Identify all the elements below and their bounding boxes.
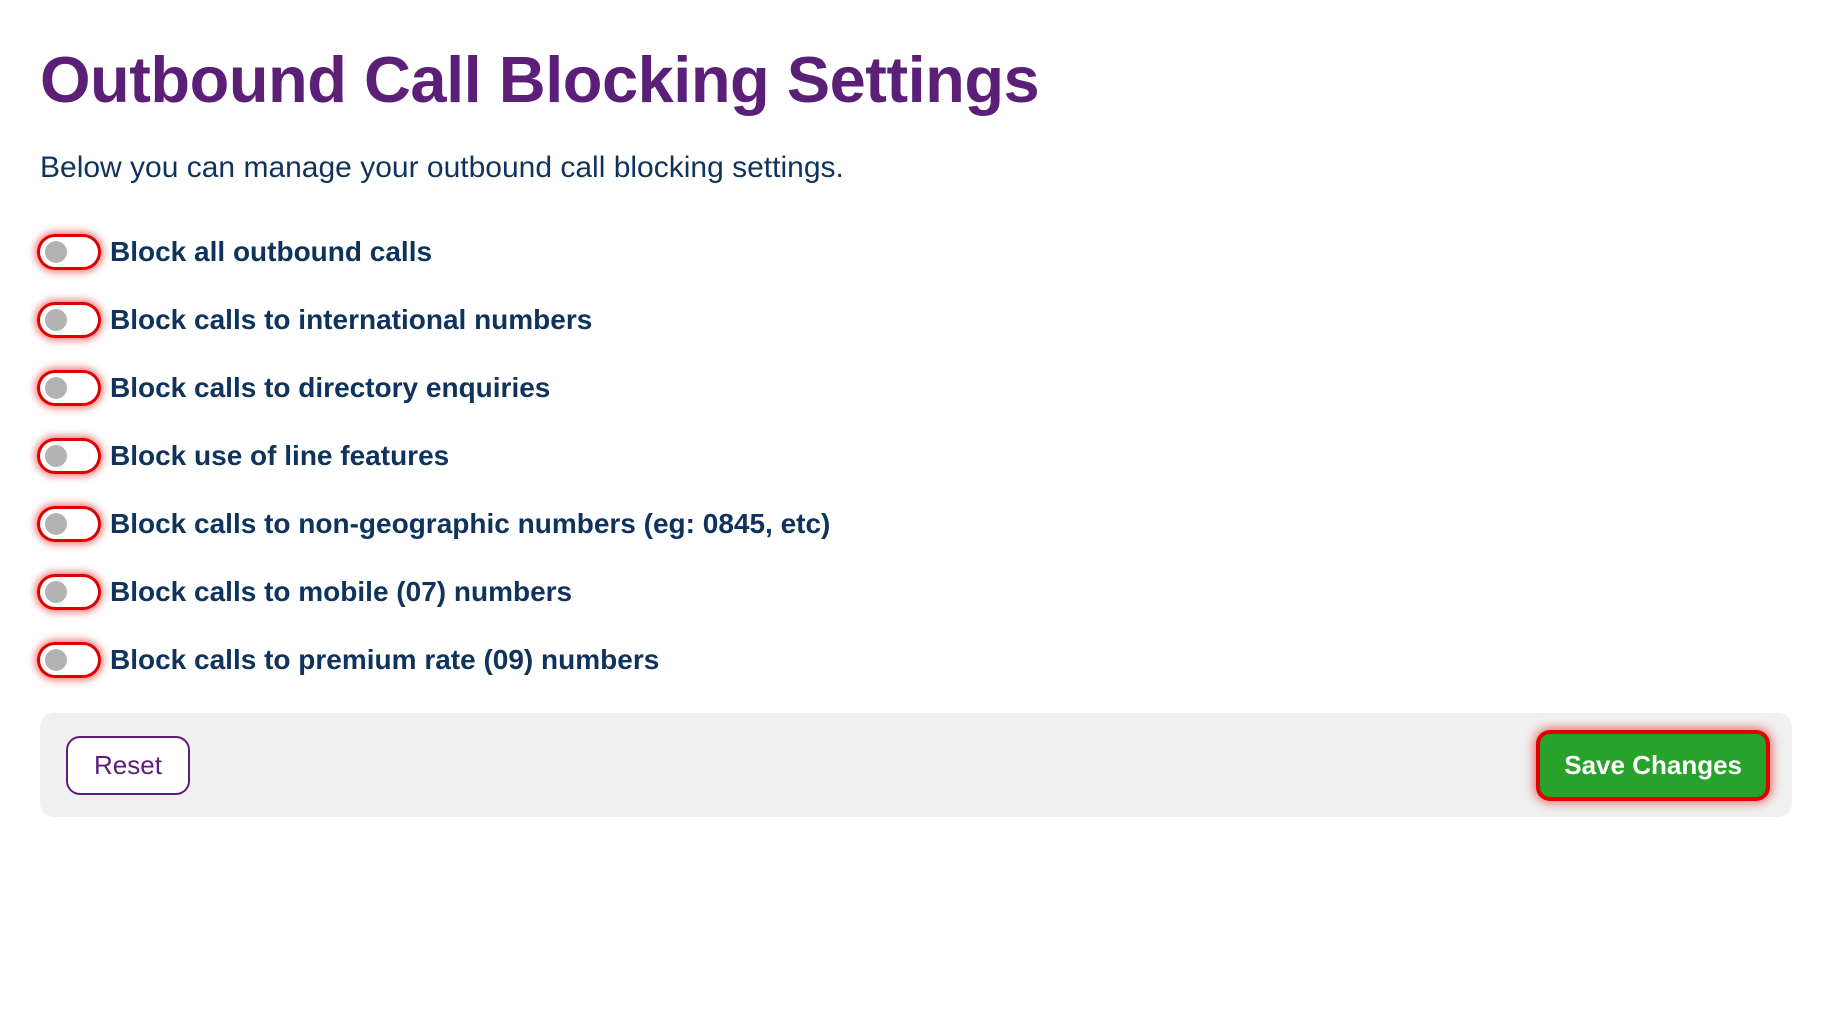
toggle-block-nongeographic[interactable]	[40, 509, 98, 539]
toggle-knob-icon	[45, 377, 67, 399]
toggle-block-line-features[interactable]	[40, 441, 98, 471]
options-list: Block all outbound calls Block calls to …	[40, 237, 1792, 675]
toggle-knob-icon	[45, 241, 67, 263]
toggle-block-directory-enquiries[interactable]	[40, 373, 98, 403]
toggle-block-mobile[interactable]	[40, 577, 98, 607]
option-label: Block calls to premium rate (09) numbers	[110, 646, 659, 674]
reset-button[interactable]: Reset	[66, 736, 190, 795]
option-block-nongeographic: Block calls to non-geographic numbers (e…	[40, 509, 1792, 539]
toggle-knob-icon	[45, 445, 67, 467]
option-label: Block use of line features	[110, 442, 449, 470]
toggle-knob-icon	[45, 649, 67, 671]
option-block-line-features: Block use of line features	[40, 441, 1792, 471]
save-changes-button[interactable]: Save Changes	[1540, 734, 1766, 797]
toggle-knob-icon	[45, 513, 67, 535]
toggle-knob-icon	[45, 581, 67, 603]
option-block-directory-enquiries: Block calls to directory enquiries	[40, 373, 1792, 403]
option-label: Block all outbound calls	[110, 238, 432, 266]
toggle-block-all-outbound[interactable]	[40, 237, 98, 267]
option-label: Block calls to mobile (07) numbers	[110, 578, 572, 606]
page-subtitle: Below you can manage your outbound call …	[40, 151, 1792, 185]
toggle-block-premium[interactable]	[40, 645, 98, 675]
toggle-knob-icon	[45, 309, 67, 331]
option-label: Block calls to international numbers	[110, 306, 592, 334]
option-label: Block calls to directory enquiries	[110, 374, 550, 402]
option-label: Block calls to non-geographic numbers (e…	[110, 510, 830, 538]
option-block-all-outbound: Block all outbound calls	[40, 237, 1792, 267]
toggle-block-international[interactable]	[40, 305, 98, 335]
settings-page: Outbound Call Blocking Settings Below yo…	[0, 0, 1832, 817]
option-block-premium: Block calls to premium rate (09) numbers	[40, 645, 1792, 675]
option-block-mobile: Block calls to mobile (07) numbers	[40, 577, 1792, 607]
option-block-international: Block calls to international numbers	[40, 305, 1792, 335]
footer-bar: Reset Save Changes	[40, 713, 1792, 817]
page-title: Outbound Call Blocking Settings	[40, 42, 1792, 117]
